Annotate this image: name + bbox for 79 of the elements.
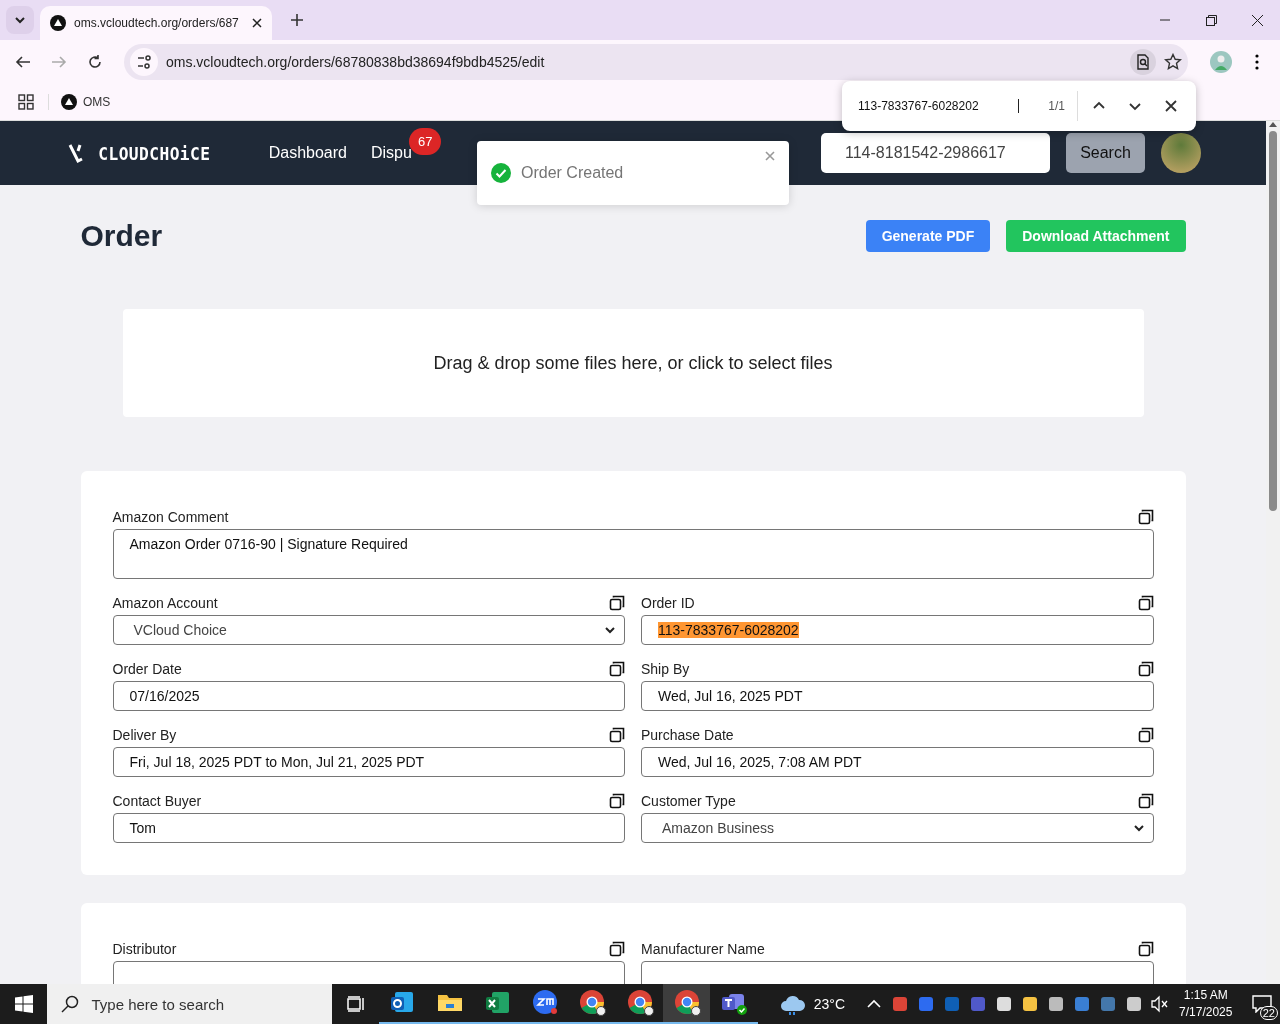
input-field[interactable]: 113-7833767-6028202 <box>641 615 1154 645</box>
input-field[interactable]: Wed, Jul 16, 2025, 7:08 AM PDT <box>641 747 1154 777</box>
restore-icon[interactable] <box>1205 14 1217 26</box>
search-button[interactable]: Search <box>1066 133 1145 173</box>
field-label: Order Date <box>112 661 182 677</box>
input-field[interactable]: Fri, Jul 18, 2025 PDT to Mon, Jul 21, 2025 PDT <box>112 747 625 777</box>
copy-icon[interactable] <box>609 793 625 809</box>
spreadsheet-icon[interactable] <box>485 992 509 1013</box>
close-icon[interactable] <box>1251 14 1263 26</box>
avatar-photo-placeholder[interactable] <box>1161 133 1201 173</box>
input-field[interactable]: 07/16/2025 <box>112 681 625 711</box>
action-button[interactable]: Generate PDF <box>865 220 991 252</box>
copy-icon[interactable] <box>1137 941 1154 957</box>
field-label: Ship By <box>641 661 690 677</box>
comment-field[interactable]: Amazon Order 0716-90 | Signature Required <box>112 529 1154 579</box>
chevron-down-icon <box>604 624 616 636</box>
select-field[interactable]: Amazon Business <box>641 813 1154 843</box>
field-label: Deliver By <box>112 727 177 743</box>
temperature-text[interactable]: 23°C <box>813 996 846 1012</box>
chevron-down-icon <box>14 14 26 26</box>
taskbar-clock[interactable]: 1:15 AM 7/17/2025 <box>1179 987 1233 1021</box>
copy-icon[interactable] <box>609 727 625 743</box>
notification-icon[interactable]: 22 <box>1244 984 1280 1024</box>
field-label: Distributor <box>112 941 177 957</box>
bookmark-link[interactable]: OMS <box>48 94 111 110</box>
copy-icon[interactable] <box>1137 509 1154 525</box>
file-dropzone[interactable]: Drag & drop some files here, or click to select files <box>122 309 1144 417</box>
field-label: Amazon Account <box>112 595 218 611</box>
folder-icon[interactable] <box>438 995 463 1011</box>
search-field[interactable]: 114-8181542-2986617 <box>821 133 1050 173</box>
chevron-down-icon[interactable] <box>1129 100 1141 112</box>
toast-message: Order Created <box>521 164 625 182</box>
reload-icon[interactable] <box>87 54 103 70</box>
close-icon[interactable] <box>1165 100 1177 112</box>
chevron-down-icon <box>1132 822 1145 834</box>
find-in-page-icon[interactable] <box>1130 49 1156 75</box>
notification-count: 22 <box>1259 1006 1278 1020</box>
scrollbar[interactable] <box>1266 121 1280 984</box>
copy-icon[interactable] <box>1137 793 1154 809</box>
mute-icon[interactable] <box>1151 995 1170 1013</box>
field-label: Order ID <box>641 595 695 611</box>
find-input[interactable]: 113-7833767-6028202 <box>858 99 1019 113</box>
copy-icon[interactable] <box>609 661 625 677</box>
site-settings-icon[interactable] <box>130 48 158 76</box>
copy-icon[interactable] <box>1137 727 1154 743</box>
field-label: Manufacturer Name <box>641 941 765 957</box>
search-icon <box>61 995 80 1013</box>
back-arrow-icon[interactable] <box>15 54 31 70</box>
field-label: Amazon Comment <box>112 509 229 525</box>
copy-icon[interactable] <box>1137 661 1154 677</box>
check-circle-icon <box>491 163 511 183</box>
outlook-icon[interactable] <box>390 992 413 1012</box>
apps-grid-icon[interactable] <box>18 94 34 110</box>
windows-logo-icon[interactable] <box>14 995 33 1013</box>
triangle-logo-icon <box>61 94 77 110</box>
field-label: Contact Buyer <box>112 793 202 809</box>
copy-icon[interactable] <box>1137 595 1154 611</box>
tab-list-button[interactable] <box>6 6 34 34</box>
field-label: Customer Type <box>641 793 736 809</box>
nav-link[interactable]: Dispu <box>371 144 412 162</box>
taskbar-search-field[interactable]: Type here to search <box>47 984 332 1024</box>
plus-icon[interactable] <box>290 13 304 27</box>
close-icon[interactable] <box>252 18 262 28</box>
match-count: 1/1 <box>1048 91 1078 121</box>
copy-icon[interactable] <box>609 595 625 611</box>
triangle-logo-icon <box>50 15 66 31</box>
cloud-icon <box>779 993 806 1015</box>
browser-tab[interactable]: oms.vcloudtech.org/orders/687 <box>40 6 272 40</box>
address-bar[interactable]: oms.vcloudtech.org/orders/68780838bd38694f9bdb4525/edit <box>124 44 1188 80</box>
field-label: Purchase Date <box>641 727 734 743</box>
nav-link[interactable]: Dashboard <box>268 144 347 162</box>
taskbar-app[interactable] <box>663 984 711 1024</box>
input-field[interactable]: Tom <box>112 813 625 843</box>
logo-text: CLOUDCHOiCE <box>98 142 211 164</box>
copy-icon[interactable] <box>609 941 625 957</box>
star-icon[interactable] <box>1164 53 1182 71</box>
select-field[interactable]: VCloud Choice <box>112 615 625 645</box>
input-field[interactable]: Wed, Jul 16, 2025 PDT <box>641 681 1154 711</box>
page-title: Order <box>80 219 164 253</box>
